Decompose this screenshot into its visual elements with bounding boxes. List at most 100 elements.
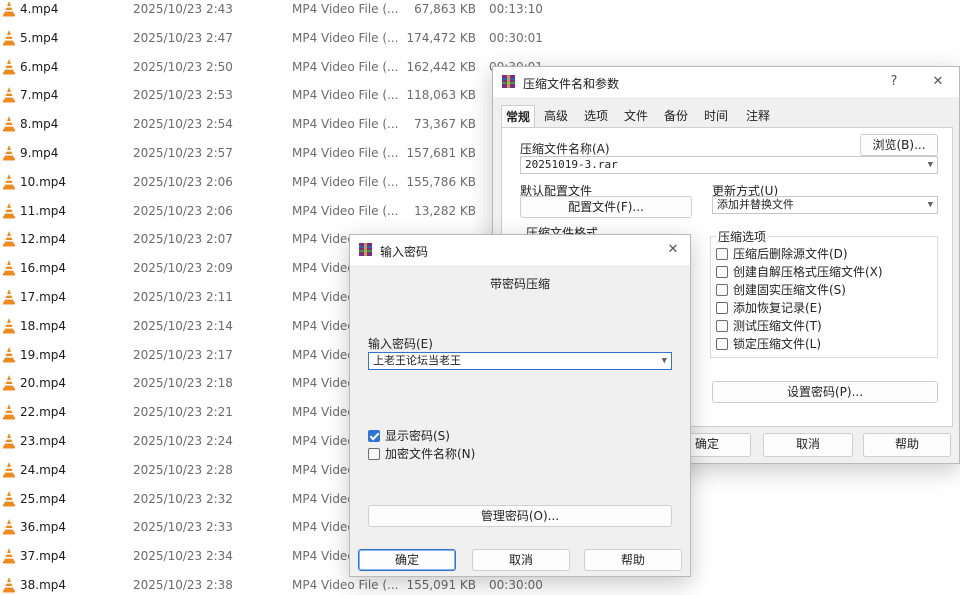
password-title: 输入密码 (380, 245, 429, 259)
file-date: 2025/10/23 2:32 (133, 491, 233, 506)
file-date: 2025/10/23 2:09 (133, 261, 233, 276)
vlc-cone-icon (3, 461, 15, 478)
option-checkbox[interactable]: 压缩后删除源文件(D) (716, 246, 934, 262)
file-size: 13,282 KB (414, 203, 476, 218)
option-label: 锁定压缩文件(L) (733, 337, 822, 351)
chevron-down-icon[interactable]: ▼ (928, 157, 933, 173)
file-name: 16.mp4 (20, 261, 67, 276)
file-date: 2025/10/23 2:06 (133, 174, 233, 189)
password-input[interactable]: 上老王论坛当老王 ▼ (368, 352, 672, 370)
file-date: 2025/10/23 2:06 (133, 203, 233, 218)
close-icon[interactable]: ✕ (662, 240, 684, 260)
file-date: 2025/10/23 2:24 (133, 434, 233, 448)
vlc-cone-icon (3, 490, 15, 507)
archive-help-button[interactable]: 帮助 (863, 433, 951, 457)
update-mode-select[interactable]: 添加并替换文件 ▼ (712, 196, 938, 214)
profile-button[interactable]: 配置文件(F)... (520, 196, 692, 218)
vlc-cone-icon (3, 548, 15, 564)
encrypt-names-box[interactable] (368, 448, 380, 460)
file-type: MP4 Video (292, 232, 355, 247)
option-checkbox[interactable]: 测试压缩文件(T) (716, 318, 934, 334)
option-box[interactable] (716, 248, 728, 260)
file-name: 23.mp4 (20, 434, 67, 448)
option-box[interactable] (716, 302, 728, 314)
password-cancel-button[interactable]: 取消 (472, 549, 570, 571)
option-box[interactable] (716, 266, 728, 278)
password-help-button[interactable]: 帮助 (584, 549, 682, 571)
file-size: 118,063 KB (406, 88, 476, 103)
password-titlebar[interactable]: 输入密码 ✕ (350, 235, 690, 265)
chevron-down-icon[interactable]: ▼ (662, 353, 667, 369)
file-type: MP4 Video (292, 549, 355, 564)
vlc-cone-icon (3, 404, 15, 420)
archive-name-input[interactable]: 20251019-3.rar ▼ (520, 156, 938, 174)
tab-comment[interactable]: 注释 (741, 105, 775, 127)
file-name: 12.mp4 (20, 232, 67, 247)
file-name: 17.mp4 (20, 290, 67, 304)
file-date: 2025/10/23 2:14 (133, 318, 233, 333)
tab-files[interactable]: 文件 (619, 105, 653, 127)
vlc-cone-icon (3, 87, 15, 103)
file-date: 2025/10/23 2:11 (133, 290, 233, 304)
file-type: MP4 Video File (... (292, 59, 399, 74)
vlc-cone-icon (3, 317, 15, 334)
option-checkbox[interactable]: 锁定压缩文件(L) (716, 336, 934, 352)
option-box[interactable] (716, 320, 728, 332)
file-type: MP4 Video (292, 376, 355, 391)
encrypt-names-checkbox[interactable]: 加密文件名称(N) (368, 446, 568, 462)
option-checkbox[interactable]: 创建固实压缩文件(S) (716, 282, 934, 298)
vlc-cone-icon (3, 58, 15, 75)
file-date: 2025/10/23 2:33 (133, 520, 233, 535)
password-ok-button[interactable]: 确定 (358, 549, 456, 571)
tab-advanced[interactable]: 高级 (539, 105, 573, 127)
tab-backup[interactable]: 备份 (659, 105, 693, 127)
show-password-box[interactable] (368, 430, 380, 442)
vlc-cone-icon (3, 375, 15, 391)
tab-general[interactable]: 常规 (501, 105, 535, 127)
file-duration: 00:13:10 (489, 2, 543, 16)
option-checkbox[interactable]: 添加恢复记录(E) (716, 300, 934, 316)
option-label: 创建自解压格式压缩文件(X) (733, 265, 883, 279)
file-type: MP4 Video File (... (292, 578, 399, 592)
file-date: 2025/10/23 2:47 (133, 30, 233, 45)
file-size: 73,367 KB (414, 117, 476, 132)
vlc-cone-icon (3, 346, 15, 363)
vlc-cone-icon (3, 202, 15, 219)
file-type: MP4 Video File (... (292, 203, 399, 218)
manage-passwords-button[interactable]: 管理密码(O)... (368, 505, 672, 527)
browse-button[interactable]: 浏览(B)... (860, 134, 938, 156)
tab-time[interactable]: 时间 (699, 105, 733, 127)
password-value: 上老王论坛当老王 (373, 354, 461, 367)
file-date: 2025/10/23 2:57 (133, 146, 233, 160)
option-box[interactable] (716, 338, 728, 350)
file-type: MP4 Video (292, 491, 355, 506)
help-icon[interactable]: ? (883, 72, 905, 92)
file-date: 2025/10/23 2:21 (133, 405, 233, 420)
close-icon[interactable]: ✕ (927, 72, 949, 92)
file-size: 162,442 KB (406, 59, 476, 74)
file-name: 9.mp4 (20, 146, 59, 160)
vlc-cone-icon (3, 433, 15, 449)
file-name: 5.mp4 (20, 30, 59, 45)
file-name: 11.mp4 (20, 203, 67, 218)
archive-title: 压缩文件名和参数 (523, 77, 620, 91)
file-type: MP4 Video File (... (292, 88, 399, 103)
option-box[interactable] (716, 284, 728, 296)
chevron-down-icon[interactable]: ▼ (928, 197, 933, 213)
file-type: MP4 Video File (... (292, 174, 399, 189)
set-password-button[interactable]: 设置密码(P)... (712, 381, 938, 403)
file-name: 37.mp4 (20, 549, 67, 564)
vlc-cone-icon (3, 577, 15, 593)
file-type: MP4 Video (292, 462, 355, 477)
option-checkbox[interactable]: 创建自解压格式压缩文件(X) (716, 264, 934, 280)
tab-options[interactable]: 选项 (579, 105, 613, 127)
file-size: 67,863 KB (414, 2, 476, 16)
file-row[interactable]: 4.mp4 2025/10/23 2:43 MP4 Video File (... 6… (0, 0, 960, 24)
archive-cancel-button[interactable]: 取消 (763, 433, 853, 457)
file-name: 18.mp4 (20, 318, 67, 333)
show-password-checkbox[interactable]: 显示密码(S) (368, 428, 568, 444)
archive-name-value: 20251019-3.rar (525, 158, 618, 171)
vlc-cone-icon (3, 519, 15, 535)
file-row[interactable]: 5.mp4 2025/10/23 2:47 MP4 Video File (... 1… (0, 24, 960, 53)
archive-titlebar[interactable]: 压缩文件名和参数 ? ✕ (493, 67, 959, 97)
